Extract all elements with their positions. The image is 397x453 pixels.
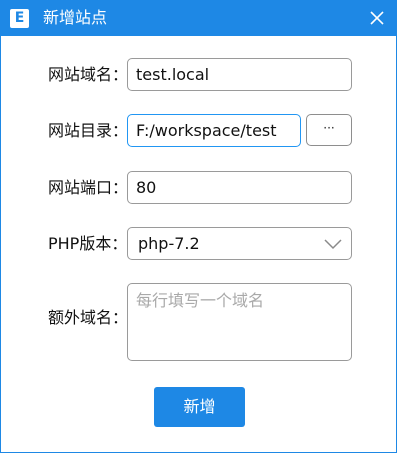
- app-icon: E: [10, 9, 29, 28]
- title-bar: E 新增站点: [1, 1, 396, 36]
- extra-domains-textarea[interactable]: [127, 283, 352, 361]
- directory-input[interactable]: [127, 114, 301, 147]
- domain-input[interactable]: [127, 58, 352, 91]
- php-version-value: php-7.2: [138, 234, 200, 253]
- chevron-down-icon: [324, 239, 342, 250]
- domain-label: 网站域名：: [48, 65, 129, 84]
- directory-label: 网站目录：: [48, 121, 129, 140]
- port-label: 网站端口：: [48, 178, 129, 197]
- submit-button[interactable]: 新增: [154, 387, 245, 427]
- php-version-select[interactable]: php-7.2: [127, 227, 352, 260]
- dialog-title: 新增站点: [43, 8, 108, 27]
- dialog-window: E 新增站点 网站域名： 网站目录： ··· 网站端口： PHP版本： php-…: [0, 0, 397, 453]
- php-version-label: PHP版本：: [48, 234, 128, 253]
- browse-directory-button[interactable]: ···: [306, 114, 352, 146]
- close-icon[interactable]: [368, 9, 386, 27]
- extra-domains-label: 额外域名：: [48, 308, 129, 327]
- port-input[interactable]: [127, 171, 352, 204]
